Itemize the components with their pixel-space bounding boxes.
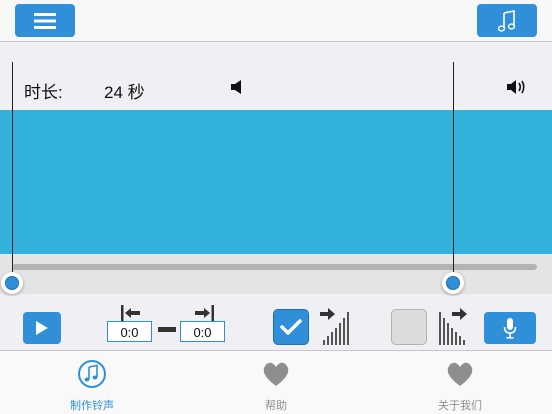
end-time-field[interactable]: 0:0 [180,321,225,342]
end-marker-line [453,62,454,272]
tab-bar: 制作铃声 帮助 关于我们 [0,351,552,414]
music-library-button[interactable] [477,4,537,37]
start-time-field[interactable]: 0:0 [107,321,152,342]
fade-in-checkbox[interactable] [273,309,309,345]
fade-out-checkbox[interactable] [391,309,427,345]
volume-high-icon[interactable] [506,78,528,96]
duration-value: 24 秒 [104,83,145,102]
volume-low-icon[interactable] [230,79,244,95]
play-icon [36,321,48,335]
record-button[interactable] [484,312,536,344]
top-toolbar [0,0,552,42]
start-marker-line [12,62,13,272]
heart-icon [447,362,473,386]
duration-row: 时长: 24 秒 [0,62,552,110]
range-separator [158,327,176,332]
fade-out-icon [439,308,467,345]
duration-label: 时长: [24,83,63,102]
tab-about-us[interactable]: 关于我们 [368,351,552,414]
tab-label: 制作铃声 [70,400,114,412]
menu-icon [34,12,56,29]
start-jump-icon [121,305,140,321]
play-button[interactable] [23,312,61,344]
microphone-icon [503,318,517,339]
music-note-circle-icon [78,360,106,388]
start-handle[interactable] [1,272,23,294]
checkmark-icon [280,319,302,335]
trim-track-area [0,254,552,294]
end-jump-icon [195,305,214,321]
menu-button[interactable] [15,4,75,37]
heart-icon [263,362,289,386]
tab-make-ringtone[interactable]: 制作铃声 [0,351,184,414]
fade-in-icon [320,308,349,345]
music-note-icon [498,9,516,32]
tab-label: 帮助 [265,400,287,412]
tab-help[interactable]: 帮助 [184,351,368,414]
tab-label: 关于我们 [438,400,482,412]
waveform-area[interactable] [0,110,552,254]
trim-track[interactable] [12,264,537,270]
end-handle[interactable] [442,272,464,294]
